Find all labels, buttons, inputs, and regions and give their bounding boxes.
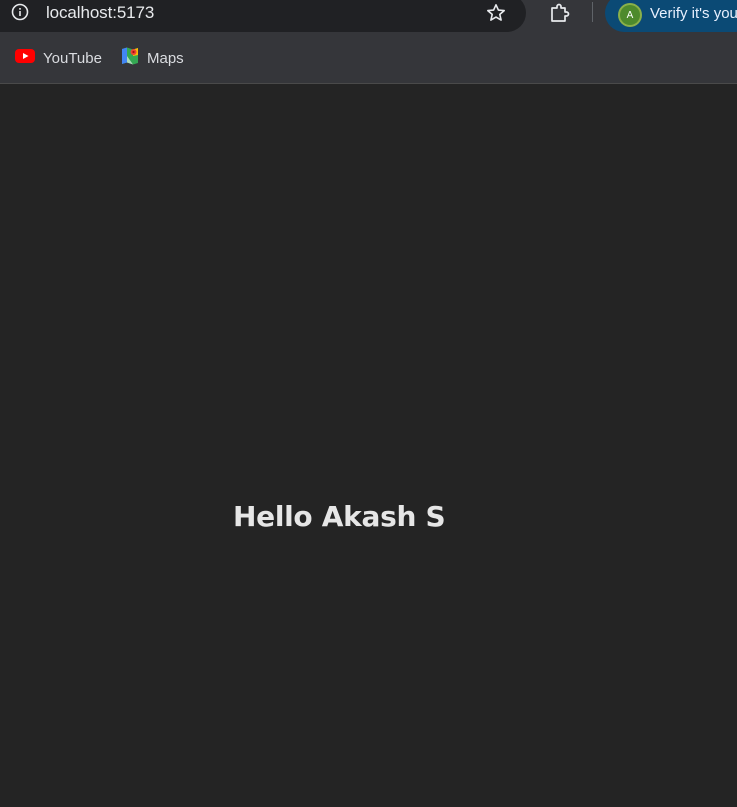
address-bar[interactable]: localhost:5173 (0, 0, 526, 32)
avatar: A (620, 5, 640, 25)
bookmark-youtube[interactable]: YouTube (15, 46, 102, 70)
toolbar-divider (592, 2, 593, 22)
verify-label: Verify it's you (650, 5, 737, 22)
bookmark-maps[interactable]: Maps (121, 46, 184, 70)
google-maps-icon (121, 47, 139, 70)
bookmarks-bar: YouTube Maps (0, 42, 737, 74)
greeting-heading: Hello Akash S (233, 500, 446, 533)
url-text[interactable]: localhost:5173 (46, 3, 154, 23)
browser-chrome: localhost:5173 A Verify it's you YouTube… (0, 0, 737, 84)
bookmark-label: Maps (147, 49, 184, 67)
star-icon[interactable] (484, 1, 508, 25)
youtube-icon (15, 48, 35, 68)
bookmark-label: YouTube (43, 49, 102, 67)
page-content: Hello Akash S (0, 84, 737, 807)
info-icon[interactable] (10, 2, 30, 22)
puzzle-piece-icon[interactable] (546, 0, 574, 26)
browser-toolbar: localhost:5173 A Verify it's you (0, 0, 737, 38)
verify-profile-button[interactable]: A Verify it's you (605, 0, 737, 32)
